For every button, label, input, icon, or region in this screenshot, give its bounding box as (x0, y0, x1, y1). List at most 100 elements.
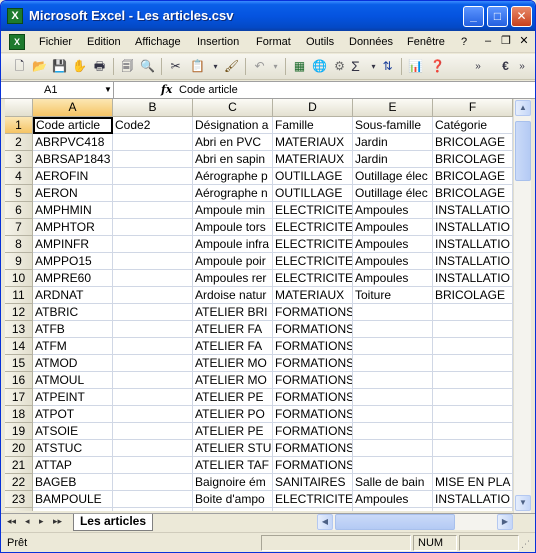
cell-f1[interactable]: Catégorie (433, 117, 513, 134)
cell-c12[interactable]: ATELIER BRI (193, 304, 273, 321)
cell-c8[interactable]: Ampoule infra (193, 236, 273, 253)
cell-a2[interactable]: ABRPVC418 (33, 134, 113, 151)
cell-d17[interactable]: FORMATIONS (273, 389, 353, 406)
cell-e6[interactable]: Ampoules (353, 202, 433, 219)
cell-c3[interactable]: Abri en sapin (193, 151, 273, 168)
cell-b11[interactable] (113, 287, 193, 304)
cell-e23[interactable]: Ampoules (353, 491, 433, 508)
cell-e14[interactable] (353, 338, 433, 355)
row-header[interactable]: 1 (5, 117, 33, 134)
cell-a15[interactable]: ATMOD (33, 355, 113, 372)
row-header[interactable]: 21 (5, 457, 33, 474)
cell-d9[interactable]: ELECTRICITE (273, 253, 353, 270)
cell-c5[interactable]: Aérographe n (193, 185, 273, 202)
column-header-f[interactable]: F (433, 99, 513, 117)
menu-help[interactable]: ? (461, 36, 467, 48)
excel-icon[interactable]: X (7, 8, 23, 24)
select-all-corner[interactable] (5, 99, 33, 117)
cell-d13[interactable]: FORMATIONS (273, 321, 353, 338)
cell-f22[interactable]: MISE EN PLA (433, 474, 513, 491)
hyperlink-icon[interactable]: 🌐 (311, 58, 328, 75)
cell-d4[interactable]: OUTILLAGE (273, 168, 353, 185)
cell-b8[interactable] (113, 236, 193, 253)
cell-b23[interactable] (113, 491, 193, 508)
menu-affichage[interactable]: Affichage (135, 36, 181, 48)
toolbar-overflow-icon[interactable]: » (517, 58, 527, 75)
next-sheet-icon[interactable]: ▸ (39, 516, 44, 527)
column-header-c[interactable]: C (193, 99, 273, 117)
cell-f21[interactable] (433, 457, 513, 474)
cell-b14[interactable] (113, 338, 193, 355)
cell-c4[interactable]: Aérographe p (193, 168, 273, 185)
cell-c22[interactable]: Baignoire ém (193, 474, 273, 491)
doc-close-button[interactable]: ✕ (517, 34, 531, 48)
cell-c16[interactable]: ATELIER MO (193, 372, 273, 389)
row-header[interactable]: 9 (5, 253, 33, 270)
cell-b13[interactable] (113, 321, 193, 338)
cut-icon[interactable]: ✂ (167, 58, 184, 75)
cell-e9[interactable]: Ampoules (353, 253, 433, 270)
cell-a19[interactable]: ATSOIE (33, 423, 113, 440)
cell-c2[interactable]: Abri en PVC (193, 134, 273, 151)
cell-b10[interactable] (113, 270, 193, 287)
cell-c23[interactable]: Boite d'ampo (193, 491, 273, 508)
cell-d10[interactable]: ELECTRICITE (273, 270, 353, 287)
sheet-tab-les-articles[interactable]: Les articles (73, 514, 153, 531)
cell-d16[interactable]: FORMATIONS (273, 372, 353, 389)
vertical-scroll-thumb[interactable] (515, 121, 531, 181)
undo-icon[interactable]: ↶ (251, 58, 268, 75)
cell-f20[interactable] (433, 440, 513, 457)
cell-d20[interactable]: FORMATIONS (273, 440, 353, 457)
cell-a17[interactable]: ATPEINT (33, 389, 113, 406)
cell-b5[interactable] (113, 185, 193, 202)
worksheet-grid[interactable]: ABCDEF 1 Code article Code2 Désignation a Fa… (5, 99, 513, 511)
row-header[interactable]: 24 (5, 508, 33, 511)
cell-d3[interactable]: MATERIAUX (273, 151, 353, 168)
workbook-icon[interactable]: X (9, 34, 25, 50)
cell-e1[interactable]: Sous-famille (353, 117, 433, 134)
cell-a24[interactable]: BARBEC (33, 508, 113, 511)
cell-f13[interactable] (433, 321, 513, 338)
doc-minimize-button[interactable]: – (481, 34, 495, 48)
column-header-e[interactable]: E (353, 99, 433, 117)
cell-d1[interactable]: Famille (273, 117, 353, 134)
cell-c20[interactable]: ATELIER STU (193, 440, 273, 457)
cell-a23[interactable]: BAMPOULE (33, 491, 113, 508)
cell-f14[interactable] (433, 338, 513, 355)
row-header[interactable]: 5 (5, 185, 33, 202)
cell-f16[interactable] (433, 372, 513, 389)
cell-b15[interactable] (113, 355, 193, 372)
euro-icon[interactable]: € (497, 58, 514, 75)
cell-d15[interactable]: FORMATIONS (273, 355, 353, 372)
cell-f8[interactable]: INSTALLATIO (433, 236, 513, 253)
resize-grip-icon[interactable]: ⋰ (521, 539, 530, 550)
cell-a8[interactable]: AMPINFR (33, 236, 113, 253)
cell-e16[interactable] (353, 372, 433, 389)
autosum-icon[interactable]: Σ (347, 58, 364, 75)
format-painter-icon[interactable]: 🖌 (223, 58, 240, 75)
permission-icon[interactable]: ✋ (71, 58, 88, 75)
cell-e15[interactable] (353, 355, 433, 372)
cell-a13[interactable]: ATFB (33, 321, 113, 338)
cell-e4[interactable]: Outillage élec (353, 168, 433, 185)
drawing-icon[interactable]: ⚙ (331, 58, 348, 75)
cell-a1[interactable]: Code article (33, 117, 113, 134)
cell-a5[interactable]: AERON (33, 185, 113, 202)
row-header[interactable]: 19 (5, 423, 33, 440)
cell-b12[interactable] (113, 304, 193, 321)
cell-b2[interactable] (113, 134, 193, 151)
cell-b16[interactable] (113, 372, 193, 389)
cell-e7[interactable]: Ampoules (353, 219, 433, 236)
cell-d7[interactable]: ELECTRICITE (273, 219, 353, 236)
cell-c7[interactable]: Ampoule tors (193, 219, 273, 236)
paste-icon[interactable]: 📋 (189, 58, 206, 75)
menu-format[interactable]: Format (256, 36, 291, 48)
row-header[interactable]: 17 (5, 389, 33, 406)
cell-b20[interactable] (113, 440, 193, 457)
row-header[interactable]: 8 (5, 236, 33, 253)
cell-f9[interactable]: INSTALLATIO (433, 253, 513, 270)
menu-donnees[interactable]: Données (349, 36, 393, 48)
cell-e13[interactable] (353, 321, 433, 338)
row-header[interactable]: 12 (5, 304, 33, 321)
doc-restore-button[interactable]: ❐ (499, 34, 513, 48)
